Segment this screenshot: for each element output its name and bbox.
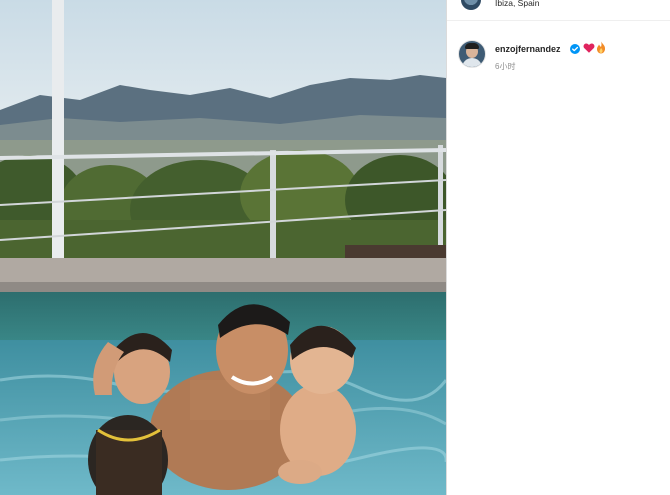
caption-row: enzojfernandez 6小时 xyxy=(447,36,670,76)
post-timestamp[interactable]: 6小时 xyxy=(495,61,515,72)
post-header: Ibiza, Spain xyxy=(447,0,670,21)
red-heart-icon xyxy=(583,43,595,53)
author-username[interactable]: enzojfernandez xyxy=(495,44,561,54)
post-location[interactable]: Ibiza, Spain xyxy=(495,0,539,8)
post-side-panel: Ibiza, Spain enzojfernandez 6小时 xyxy=(447,0,670,495)
post-photo-image xyxy=(0,0,446,495)
fire-icon xyxy=(596,41,606,54)
avatar-hair xyxy=(465,43,479,49)
profile-avatar-icon[interactable] xyxy=(458,40,486,68)
avatar-body xyxy=(462,58,482,67)
profile-avatar-icon[interactable] xyxy=(461,0,481,10)
verified-badge-icon xyxy=(570,44,580,54)
post-photo[interactable] xyxy=(0,0,446,495)
